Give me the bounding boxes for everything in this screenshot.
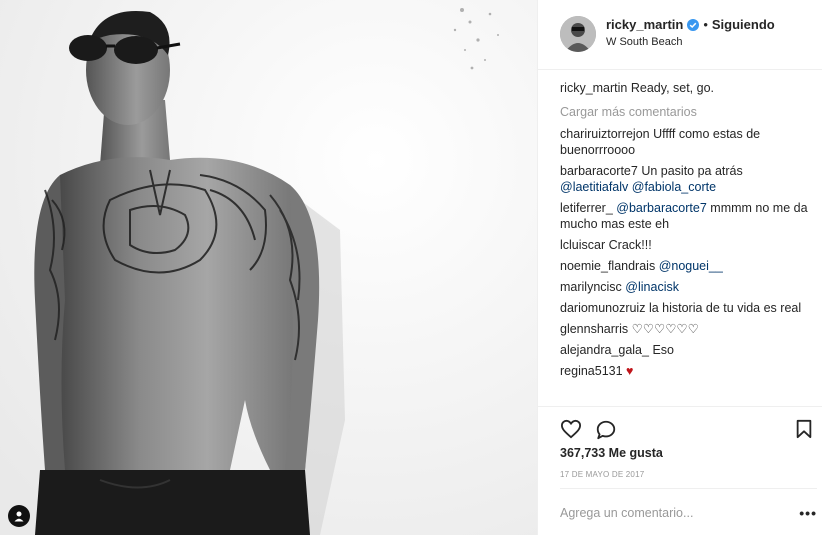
post-panel: ricky_martin • Siguiendo W South Beach r… [537,0,822,535]
comment-username[interactable]: chariruiztorrejon [560,127,650,141]
comment-text: Eso [652,343,674,357]
comment-text: Crack!!! [608,238,652,252]
avatar-image [560,16,596,52]
speech-bubble-icon [596,420,616,440]
heart-outline-icon [560,419,582,439]
caption-username[interactable]: ricky_martin [560,81,627,95]
comment-username[interactable]: letiferrer_ [560,201,613,215]
person-icon [14,511,24,522]
mention-link[interactable]: @barbaracorte7 [616,201,707,215]
avatar[interactable] [560,16,596,52]
comment-username[interactable]: glennsharris [560,322,628,336]
location-link[interactable]: W South Beach [606,36,682,48]
comments-list: ricky_martin Ready, set, go. Cargar más … [560,80,812,384]
add-comment-section: ••• [560,488,817,535]
mention-link[interactable]: @linacisk [625,280,679,294]
comment: marilyncisc @linacisk [560,279,812,295]
comment: regina5131 ♥ [560,363,812,379]
post-header: ricky_martin • Siguiendo W South Beach [538,0,822,70]
comment-username[interactable]: barbaracorte7 [560,164,638,178]
actions-bar [538,406,822,440]
like-button[interactable] [560,419,582,442]
comment-username[interactable]: regina5131 [560,364,623,378]
comment-username[interactable]: dariomunozruiz [560,301,645,315]
caption: ricky_martin Ready, set, go. [560,80,812,96]
comment-username[interactable]: alejandra_gala_ [560,343,649,357]
comment-text: la historia de tu vida es real [648,301,802,315]
photo-illustration [0,0,537,535]
comment: dariomunozruiz la historia de tu vida es… [560,300,812,316]
separator-dot: • [703,17,708,32]
post-date[interactable]: 17 DE MAYO DE 2017 [560,470,644,479]
comment: alejandra_gala_ Eso [560,342,812,358]
following-button[interactable]: Siguiendo [712,17,775,32]
comment-button[interactable] [595,419,617,444]
mention-link[interactable]: @laetitiafalv [560,180,628,194]
comment: lcluiscar Crack!!! [560,237,812,253]
instagram-post: ricky_martin • Siguiendo W South Beach r… [0,0,822,535]
mention-link[interactable]: @fabiola_corte [632,180,716,194]
comment: chariruiztorrejon Uffff como estas de bu… [560,126,812,158]
post-photo[interactable] [0,0,537,535]
comment-input[interactable] [560,503,780,523]
save-button[interactable] [795,419,813,442]
heart-emoji: ♥ [626,364,634,378]
comment-text: ♡♡♡♡♡♡ [631,322,699,336]
bookmark-icon [796,419,812,439]
comment-username[interactable]: marilyncisc [560,280,622,294]
comment: noemie_flandrais @noguei__ [560,258,812,274]
caption-text: Ready, set, go. [630,81,715,95]
comment: letiferrer_ @barbaracorte7 mmmm no me da… [560,200,812,232]
more-options-button[interactable]: ••• [799,505,817,521]
comment: barbaracorte7 Un pasito pa atrás @laetit… [560,163,812,195]
mention-link[interactable]: @noguei__ [659,259,723,273]
load-more-comments-button[interactable]: Cargar más comentarios [560,104,812,120]
likes-count[interactable]: 367,733 Me gusta [560,446,663,460]
username-link[interactable]: ricky_martin [606,17,683,32]
comment-username[interactable]: noemie_flandrais [560,259,655,273]
verified-badge-icon [687,18,700,31]
comment: glennsharris ♡♡♡♡♡♡ [560,321,812,337]
comment-text: Un pasito pa atrás [641,164,743,178]
user-tag-button[interactable] [8,505,30,527]
comment-username[interactable]: lcluiscar [560,238,605,252]
